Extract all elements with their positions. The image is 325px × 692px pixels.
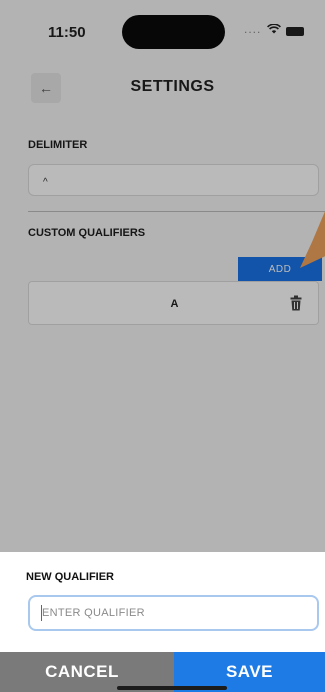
text-caret bbox=[41, 605, 42, 621]
qualifier-input[interactable] bbox=[28, 595, 319, 631]
dim-overlay[interactable] bbox=[0, 0, 325, 552]
new-qualifier-sheet: NEW QUALIFIER CANCEL SAVE bbox=[0, 552, 325, 692]
settings-screen: 11:50 .... ← SETTINGS DELIMITER ^ CUSTOM… bbox=[0, 0, 325, 692]
home-indicator bbox=[117, 686, 227, 690]
new-qualifier-label: NEW QUALIFIER bbox=[26, 571, 114, 583]
